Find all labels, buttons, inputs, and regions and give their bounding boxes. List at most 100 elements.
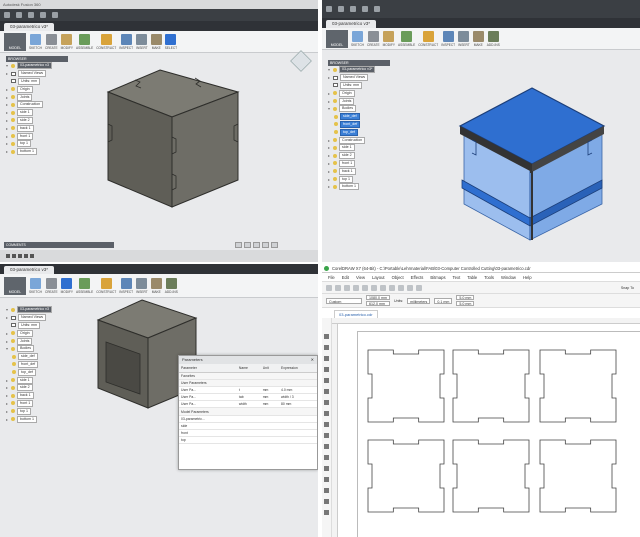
- print-icon[interactable]: [353, 284, 359, 291]
- menu-item-effects[interactable]: Effects: [411, 275, 424, 280]
- parallel-dimension-icon[interactable]: [324, 444, 329, 449]
- parameter-row[interactable]: top: [179, 436, 317, 445]
- new-icon[interactable]: [326, 284, 332, 291]
- ribbon-construct[interactable]: CONSTRUCT: [96, 33, 116, 50]
- connector-tool-icon[interactable]: [324, 455, 329, 460]
- workspace-switcher[interactable]: MODEL: [4, 276, 26, 295]
- column-header[interactable]: Expression: [279, 364, 317, 373]
- menu-item-table[interactable]: Table: [467, 275, 477, 280]
- redo-icon[interactable]: [52, 12, 58, 18]
- browser-item[interactable]: ▸ Origin: [6, 329, 68, 337]
- browser-item[interactable]: ▾ Bodies: [328, 105, 390, 113]
- browser-item[interactable]: ▸ back 1: [328, 167, 390, 175]
- parameter-row[interactable]: Favorites: [179, 372, 317, 380]
- pan-icon[interactable]: [244, 242, 251, 248]
- close-icon[interactable]: ✕: [311, 356, 314, 364]
- import-icon[interactable]: [407, 284, 413, 291]
- browser-item[interactable]: ▸ Joints: [6, 93, 68, 101]
- browser-item[interactable]: ▸ Joints: [328, 97, 390, 105]
- save-icon[interactable]: [344, 284, 350, 291]
- ribbon-assemble[interactable]: ASSEMBLE: [76, 277, 93, 294]
- browser-item[interactable]: ▸ front 1: [328, 159, 390, 168]
- browser-item[interactable]: ▸ Construction: [328, 136, 390, 144]
- ribbon-make[interactable]: MAKE: [472, 30, 484, 47]
- cut-panel[interactable]: [452, 349, 530, 423]
- ribbon-sketch[interactable]: SKETCH: [29, 33, 42, 50]
- ribbon-assemble[interactable]: ASSEMBLE: [76, 33, 93, 50]
- page-width-field[interactable]: 1080.0 mm: [366, 295, 390, 301]
- browser-item[interactable]: Units: mm: [6, 77, 68, 86]
- menu-item-file[interactable]: File: [328, 275, 335, 280]
- duplicate-x-field[interactable]: 5.0 mm: [456, 295, 475, 301]
- browser-item[interactable]: ▸ side 2: [6, 384, 68, 392]
- file-icon[interactable]: [16, 12, 22, 18]
- ribbon-sketch[interactable]: SKETCH: [351, 30, 364, 47]
- parameter-row[interactable]: User Parameters: [179, 379, 317, 387]
- page-height-field[interactable]: 612.0 mm: [366, 300, 390, 306]
- browser-item[interactable]: Units: mm: [328, 81, 390, 90]
- zoom-tool-icon[interactable]: [324, 367, 329, 372]
- file-icon[interactable]: [338, 6, 344, 12]
- browser-item[interactable]: side_def: [6, 353, 68, 361]
- zoom-icon[interactable]: [253, 242, 260, 248]
- browser-item[interactable]: ▸ bottom 1: [6, 148, 68, 156]
- parameter-row[interactable]: User Pa... width mm 80 mm: [179, 400, 317, 409]
- page-preset-select[interactable]: Custom: [326, 297, 362, 304]
- menu-item-bitmaps[interactable]: Bitmaps: [430, 275, 445, 280]
- ribbon-construct[interactable]: CONSTRUCT: [96, 277, 116, 294]
- smart-fill-icon[interactable]: [324, 510, 329, 515]
- shape-tool-icon[interactable]: [324, 345, 329, 350]
- browser-item[interactable]: ▸ bottom 1: [328, 183, 390, 191]
- workspace-switcher[interactable]: MODEL: [4, 32, 26, 51]
- cut-panel[interactable]: [539, 349, 617, 423]
- document-tab[interactable]: 03-parametrico v3*: [4, 266, 55, 274]
- redo-icon[interactable]: [374, 6, 380, 12]
- freehand-tool-icon[interactable]: [324, 378, 329, 383]
- ribbon-make[interactable]: MAKE: [150, 33, 162, 50]
- cut-panel[interactable]: [539, 439, 617, 513]
- menu-item-window[interactable]: Window: [501, 275, 516, 280]
- undo-icon[interactable]: [362, 6, 368, 12]
- snap-to-dropdown[interactable]: Snap To: [621, 286, 634, 290]
- grid-settings-icon[interactable]: [271, 242, 278, 248]
- ribbon-create[interactable]: CREATE: [45, 33, 58, 50]
- browser-item[interactable]: ▸ back 1: [6, 392, 68, 400]
- undo-icon[interactable]: [40, 12, 46, 18]
- parameter-row[interactable]: Model Parameters: [179, 407, 317, 416]
- document-tab[interactable]: 03-parametrico v3*: [326, 20, 377, 28]
- parameter-row[interactable]: User Pa... t mm 4.0 mm: [179, 386, 317, 395]
- duplicate-y-field[interactable]: 5.0 mm: [456, 300, 475, 306]
- browser-root[interactable]: ▾ 03-parametrico v3: [6, 306, 68, 314]
- browser-item[interactable]: ▸ front 1: [6, 399, 68, 408]
- timeline-prev-icon[interactable]: [12, 254, 16, 258]
- ribbon-insert[interactable]: INSERT: [458, 30, 470, 47]
- timeline-start-icon[interactable]: [6, 254, 10, 258]
- redo-icon[interactable]: [398, 284, 404, 291]
- copy-icon[interactable]: [371, 284, 377, 291]
- browser-item[interactable]: front_def: [6, 360, 68, 369]
- browser-item[interactable]: ▾ Bodies: [6, 345, 68, 353]
- browser-item[interactable]: ▸ Construction: [6, 101, 68, 109]
- browser-item[interactable]: ▸ top 1: [6, 407, 68, 415]
- menu-item-tools[interactable]: Tools: [484, 275, 494, 280]
- browser-item[interactable]: ▸ side 2: [6, 116, 68, 125]
- cut-panel[interactable]: [367, 439, 445, 513]
- column-header[interactable]: Name: [236, 364, 261, 373]
- menu-item-text[interactable]: Text: [453, 275, 461, 280]
- cut-panel[interactable]: [452, 439, 530, 513]
- ribbon-create[interactable]: CREATE: [45, 277, 58, 294]
- units-select[interactable]: millimeters: [407, 297, 431, 304]
- display-icon[interactable]: [262, 242, 269, 248]
- browser-item[interactable]: ▸ top 1: [6, 140, 68, 148]
- browser-item[interactable]: ▸ back 1: [6, 124, 68, 132]
- ribbon-addins[interactable]: ADD-INS: [487, 30, 500, 47]
- paste-icon[interactable]: [380, 284, 386, 291]
- browser-root[interactable]: ▾ 03-parametrico v3: [6, 62, 68, 70]
- browser-item-selected[interactable]: top_def: [328, 128, 390, 136]
- rectangle-tool-icon[interactable]: [324, 400, 329, 405]
- export-icon[interactable]: [416, 284, 422, 291]
- workspace-switcher[interactable]: MODEL: [326, 29, 348, 48]
- transparency-tool-icon[interactable]: [324, 477, 329, 482]
- browser-item[interactable]: ▸ Named Views: [6, 314, 68, 322]
- parameter-row[interactable]: front: [179, 429, 317, 438]
